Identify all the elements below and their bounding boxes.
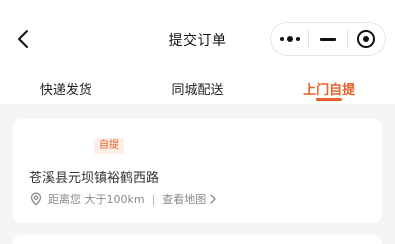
view-map-link[interactable]: 查看地图 (162, 191, 216, 207)
mini-program-capsule (270, 22, 386, 56)
navigation-bar: 提交订单 (0, 18, 395, 62)
location-pin-icon (30, 192, 42, 206)
next-card (13, 235, 382, 244)
store-address: 苍溪县元坝镇裕鹤西路 (29, 171, 160, 186)
minus-icon (319, 37, 336, 41)
target-circle-icon (357, 30, 376, 48)
delivery-tabs: 快递发货 同城配送 上门自提 (0, 70, 395, 104)
meta-separator: | (151, 192, 156, 206)
close-button[interactable] (348, 23, 385, 55)
tab-express-delivery[interactable]: 快递发货 (0, 70, 132, 104)
distance-label: 距离您 大于100km (48, 193, 145, 206)
store-meta: 距离您 大于100km | 查看地图 (29, 191, 216, 207)
tab-local-delivery[interactable]: 同城配送 (132, 70, 264, 104)
top-bar: 提交订单 快递发货 同城配送 上门自提 (0, 0, 395, 104)
view-map-label: 查看地图 (162, 193, 207, 206)
chevron-right-icon (210, 194, 216, 204)
more-button[interactable] (271, 23, 308, 55)
tab-self-pickup[interactable]: 上门自提 (263, 70, 395, 104)
pickup-badge: 自提 (94, 138, 124, 154)
minimize-button[interactable] (309, 23, 346, 55)
pickup-store-card[interactable]: 自提 苍溪县元坝镇裕鹤西路 距离您 大于100km | 查看地图 (13, 119, 382, 223)
more-dots-icon (279, 36, 300, 42)
